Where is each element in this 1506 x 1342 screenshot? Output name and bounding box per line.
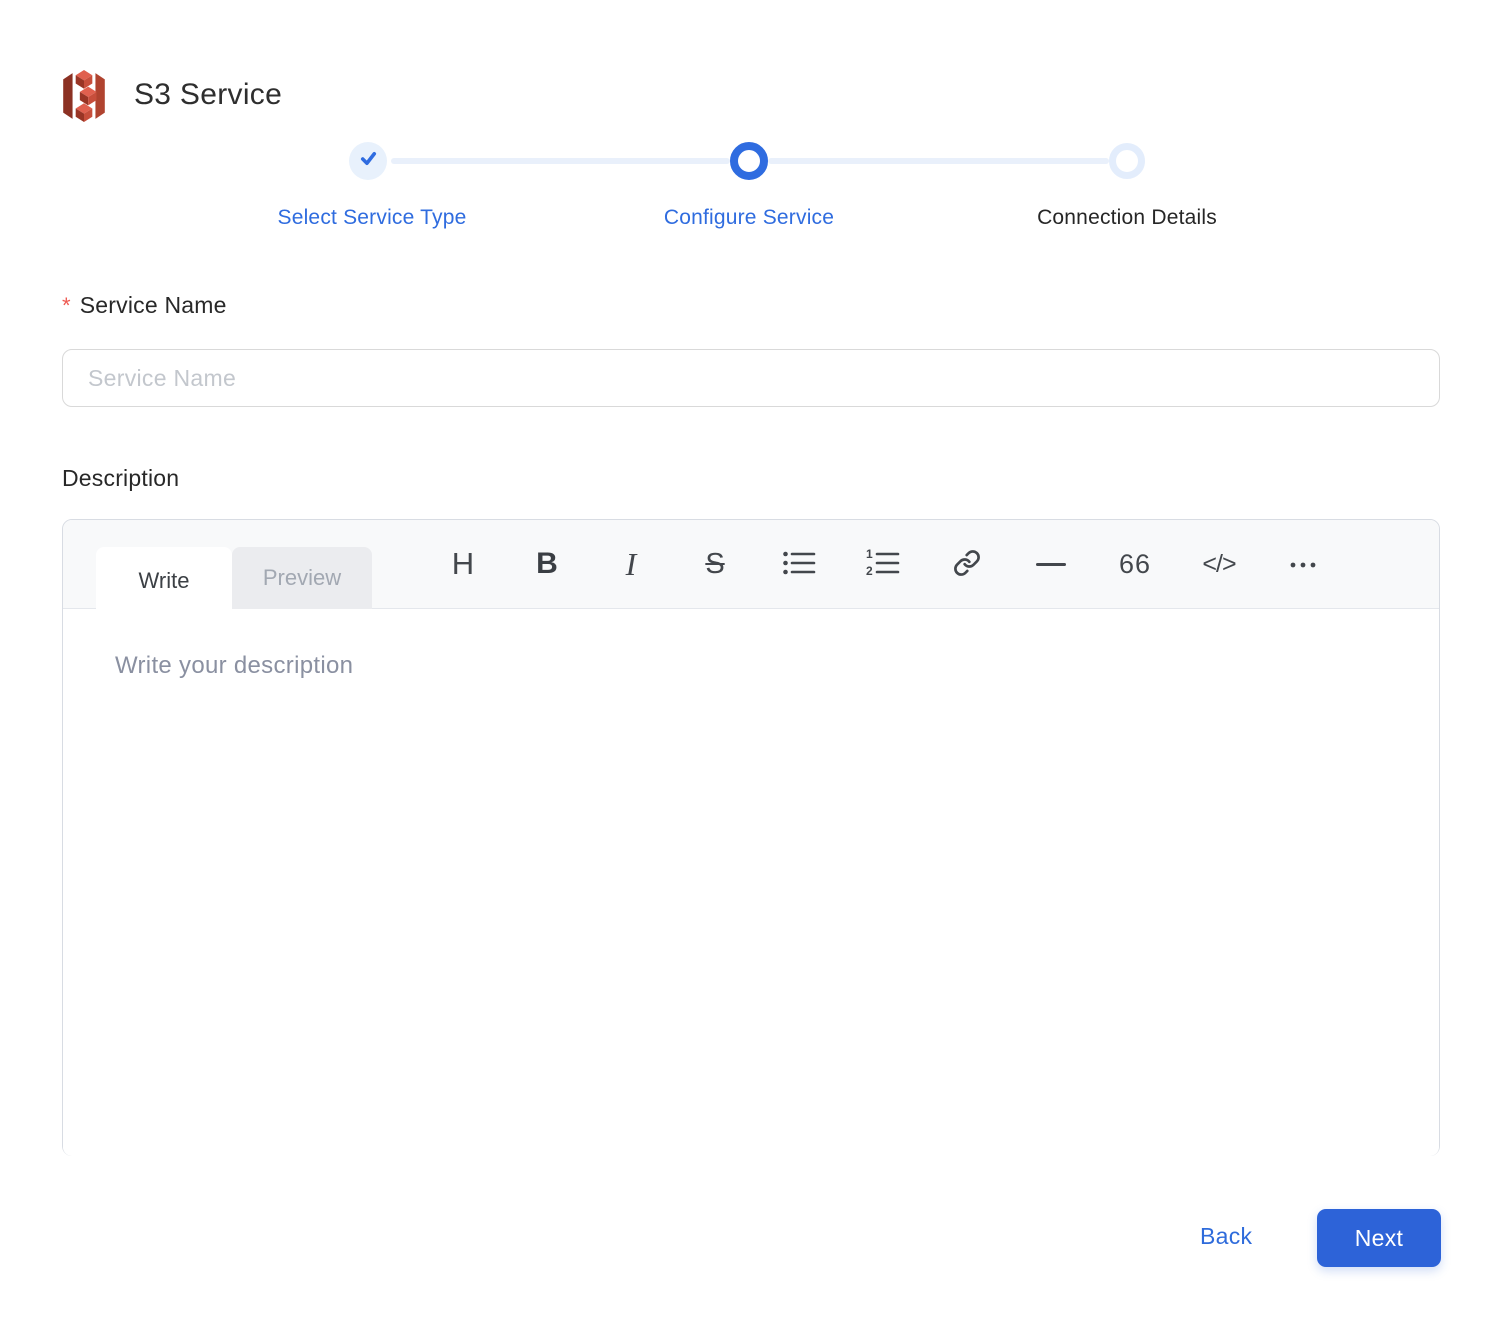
editor-toolbar: H B I S 1 2 66 </>: [443, 520, 1323, 608]
step-pending-indicator: [1109, 143, 1145, 179]
step-completed-indicator: [349, 142, 387, 180]
code-button[interactable]: </>: [1199, 540, 1239, 588]
quote-button[interactable]: 66: [1115, 540, 1155, 588]
next-button[interactable]: Next: [1317, 1209, 1441, 1267]
service-name-label-text: Service Name: [79, 292, 227, 318]
back-button[interactable]: Back: [1200, 1223, 1252, 1250]
service-name-label: * Service Name: [62, 292, 227, 319]
description-editor: Write Preview H B I S 1 2 66 </> Write y…: [62, 519, 1440, 1156]
horizontal-rule-icon: [1036, 562, 1066, 566]
strikethrough-button[interactable]: S: [695, 540, 735, 588]
required-asterisk: *: [62, 293, 71, 318]
italic-button[interactable]: I: [611, 540, 651, 588]
more-button[interactable]: [1283, 540, 1323, 588]
svg-text:1: 1: [866, 548, 873, 561]
bold-button[interactable]: B: [527, 540, 567, 588]
page-title: S3 Service: [134, 78, 283, 111]
configure-service-page: S3 Service Select Service Type Configure…: [0, 0, 1506, 1342]
description-label: Description: [62, 465, 180, 491]
numbered-list-icon: 1 2: [866, 547, 900, 581]
svg-text:2: 2: [866, 564, 873, 578]
step-active-indicator: [730, 142, 768, 180]
service-name-input[interactable]: [62, 349, 1440, 407]
editor-toolbar-header: Write Preview H B I S 1 2 66 </>: [63, 520, 1439, 614]
ellipsis-icon: [1289, 557, 1317, 572]
step-label-connection-details: Connection Details: [1037, 206, 1217, 229]
heading-button[interactable]: H: [443, 540, 483, 588]
bulleted-list-button[interactable]: [779, 540, 819, 588]
description-input[interactable]: [63, 610, 1439, 1156]
link-icon: [953, 549, 981, 580]
tab-write[interactable]: Write: [96, 547, 232, 614]
tab-preview[interactable]: Preview: [232, 547, 372, 609]
numbered-list-button[interactable]: 1 2: [863, 540, 903, 588]
step-connector: [768, 158, 1109, 164]
step-label-configure-service: Configure Service: [663, 206, 835, 229]
bulleted-list-icon: [782, 549, 816, 580]
link-button[interactable]: [947, 540, 987, 588]
step-label-select-service-type: Select Service Type: [277, 206, 467, 229]
check-icon: [358, 148, 379, 174]
step-connector: [391, 158, 730, 164]
horizontal-rule-button[interactable]: [1031, 540, 1071, 588]
s3-bucket-icon: [60, 70, 108, 122]
